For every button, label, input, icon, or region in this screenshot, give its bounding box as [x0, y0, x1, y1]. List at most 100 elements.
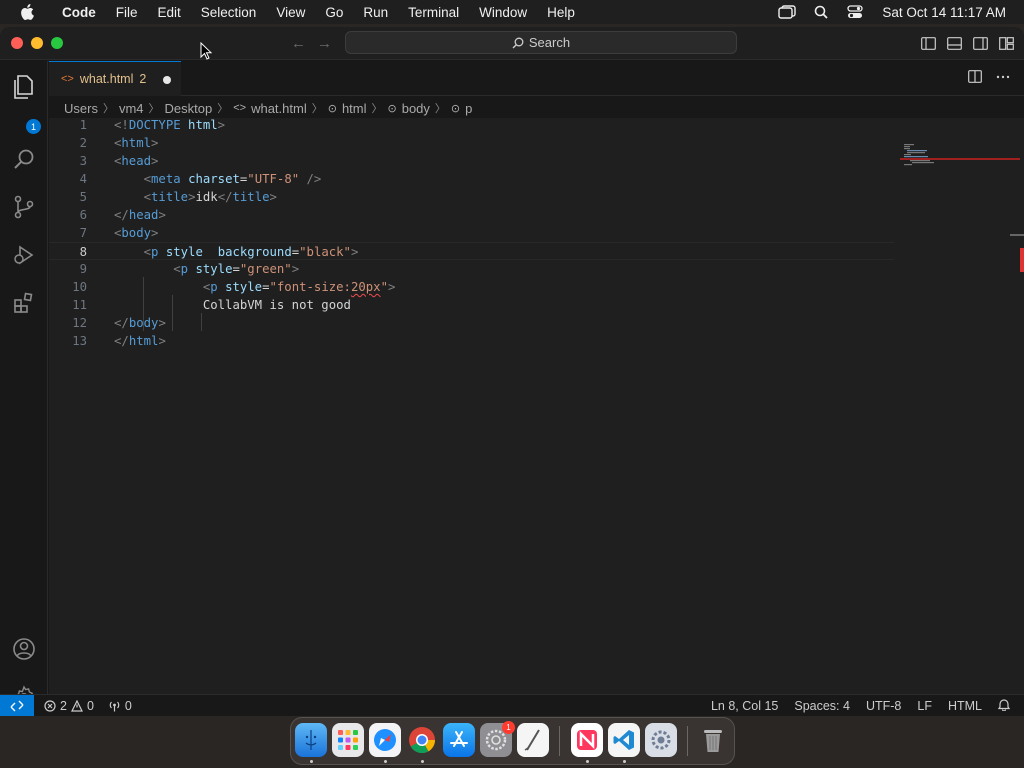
indentation-setting[interactable]: Spaces: 4 — [794, 699, 850, 713]
ports-indicator[interactable]: 0 — [108, 699, 132, 713]
menu-app-code[interactable]: Code — [52, 5, 106, 20]
problems-indicator[interactable]: 2 0 — [44, 699, 94, 713]
error-icon — [44, 700, 56, 712]
language-mode[interactable]: HTML — [948, 699, 982, 713]
search-view-icon[interactable] — [10, 145, 38, 173]
menu-run[interactable]: Run — [353, 5, 398, 20]
menubar-clock[interactable]: Sat Oct 14 11:17 AM — [872, 5, 1024, 20]
code-line: 11 CollabVM is not good — [49, 296, 894, 314]
stage-manager-icon[interactable] — [770, 5, 804, 19]
code-line: 13 </html> — [49, 332, 894, 350]
code-line: 6 </head> — [49, 206, 894, 224]
news-icon[interactable] — [571, 723, 603, 757]
menu-selection[interactable]: Selection — [191, 5, 267, 20]
unsaved-dot-icon[interactable] — [163, 76, 171, 84]
editor-tab-bar: <> what.html 2 — [49, 61, 1024, 96]
breadcrumb-body[interactable]: body — [402, 101, 430, 116]
menu-terminal[interactable]: Terminal — [398, 5, 469, 20]
code-line: 10 <p style="font-size:20px"> — [49, 278, 894, 296]
html-file-icon: <> — [233, 102, 247, 114]
window-minimize-button[interactable] — [31, 37, 43, 49]
launchpad-icon[interactable] — [332, 723, 364, 757]
nav-forward-icon[interactable]: → — [317, 35, 332, 52]
chevron-right-icon: 〉 — [217, 103, 229, 115]
running-indicator — [384, 760, 387, 763]
warning-count: 0 — [86, 699, 94, 713]
vscode-icon[interactable] — [608, 723, 640, 757]
tab-actions — [968, 70, 1010, 86]
scrollbar-thumb[interactable] — [1010, 234, 1024, 236]
more-actions-icon[interactable] — [996, 70, 1010, 86]
remote-icon — [10, 700, 24, 712]
running-indicator — [586, 760, 589, 763]
code-line: 1 <!DOCTYPE html> — [49, 116, 894, 134]
script-editor-icon[interactable] — [517, 723, 549, 757]
line-number: 5 — [79, 190, 87, 204]
notification-badge: 1 — [502, 721, 515, 734]
search-label: Search — [528, 35, 571, 50]
line-number: 6 — [79, 208, 87, 222]
split-editor-icon[interactable] — [968, 70, 982, 86]
code-line: 9 <p style="green"> — [49, 260, 894, 278]
explorer-badge: 1 — [26, 119, 41, 134]
accounts-icon[interactable] — [10, 635, 38, 663]
breadcrumb-file[interactable]: what.html — [251, 101, 307, 116]
line-number: 4 — [79, 172, 87, 186]
toggle-primary-sidebar-icon[interactable] — [920, 35, 936, 51]
breadcrumb-users[interactable]: Users — [64, 101, 98, 116]
menu-window[interactable]: Window — [469, 5, 537, 20]
toggle-panel-icon[interactable] — [946, 35, 962, 51]
command-center-search[interactable]: Search — [345, 31, 737, 54]
menu-view[interactable]: View — [266, 5, 315, 20]
menu-help[interactable]: Help — [537, 5, 585, 20]
app-store-icon[interactable] — [443, 723, 475, 757]
code-line: 2 <html> — [49, 134, 894, 152]
nav-back-icon[interactable]: ← — [291, 35, 306, 52]
menu-go[interactable]: Go — [315, 5, 353, 20]
spotlight-search-icon[interactable] — [804, 5, 838, 19]
tab-problem-count: 2 — [139, 72, 147, 86]
dock-divider — [559, 726, 560, 756]
window-maximize-button[interactable] — [51, 37, 63, 49]
tab-what-html[interactable]: <> what.html 2 — [49, 61, 181, 96]
utility-app-icon[interactable] — [645, 723, 677, 757]
line-number: 1 — [79, 118, 87, 132]
code-line: 5 <title>idk</title> — [49, 188, 894, 206]
tab-filename: what.html — [79, 72, 134, 86]
line-number: 12 — [72, 316, 87, 330]
run-and-debug-icon[interactable] — [10, 241, 38, 269]
code-line: 3 <head> — [49, 152, 894, 170]
source-control-icon[interactable] — [10, 193, 38, 221]
chevron-right-icon: 〉 — [102, 103, 114, 115]
toggle-secondary-sidebar-icon[interactable] — [972, 35, 988, 51]
cursor-position[interactable]: Ln 8, Col 15 — [711, 699, 778, 713]
trash-icon[interactable] — [697, 723, 729, 757]
notifications-bell-icon[interactable] — [997, 698, 1011, 714]
menu-edit[interactable]: Edit — [148, 5, 191, 20]
chrome-icon[interactable] — [406, 723, 438, 757]
customize-layout-icon[interactable] — [998, 35, 1014, 51]
safari-icon[interactable] — [369, 723, 401, 757]
remote-indicator[interactable] — [0, 695, 34, 716]
running-indicator — [421, 760, 424, 763]
symbol-element-icon: ⊙ — [327, 102, 337, 115]
explorer-icon[interactable] — [10, 73, 38, 101]
macos-dock: 1 — [290, 717, 735, 765]
breadcrumb-html[interactable]: html — [342, 101, 367, 116]
file-encoding[interactable]: UTF-8 — [866, 699, 901, 713]
code-editor[interactable]: 1 <!DOCTYPE html> 2 <html> 3 <head> 4 <m… — [49, 118, 1024, 694]
warning-icon — [70, 700, 83, 712]
chevron-right-icon: 〉 — [148, 103, 160, 115]
end-of-line[interactable]: LF — [917, 699, 932, 713]
extensions-icon[interactable] — [10, 289, 38, 317]
minimap[interactable] — [900, 142, 1020, 172]
menu-file[interactable]: File — [106, 5, 148, 20]
breadcrumb-desktop[interactable]: Desktop — [165, 101, 213, 116]
apple-menu-icon[interactable] — [18, 3, 36, 21]
finder-icon[interactable] — [295, 723, 327, 757]
breadcrumb-vm4[interactable]: vm4 — [119, 101, 144, 116]
control-center-icon[interactable] — [838, 5, 872, 19]
line-number: 13 — [72, 334, 87, 348]
window-close-button[interactable] — [11, 37, 23, 49]
breadcrumb-p[interactable]: p — [465, 101, 472, 116]
